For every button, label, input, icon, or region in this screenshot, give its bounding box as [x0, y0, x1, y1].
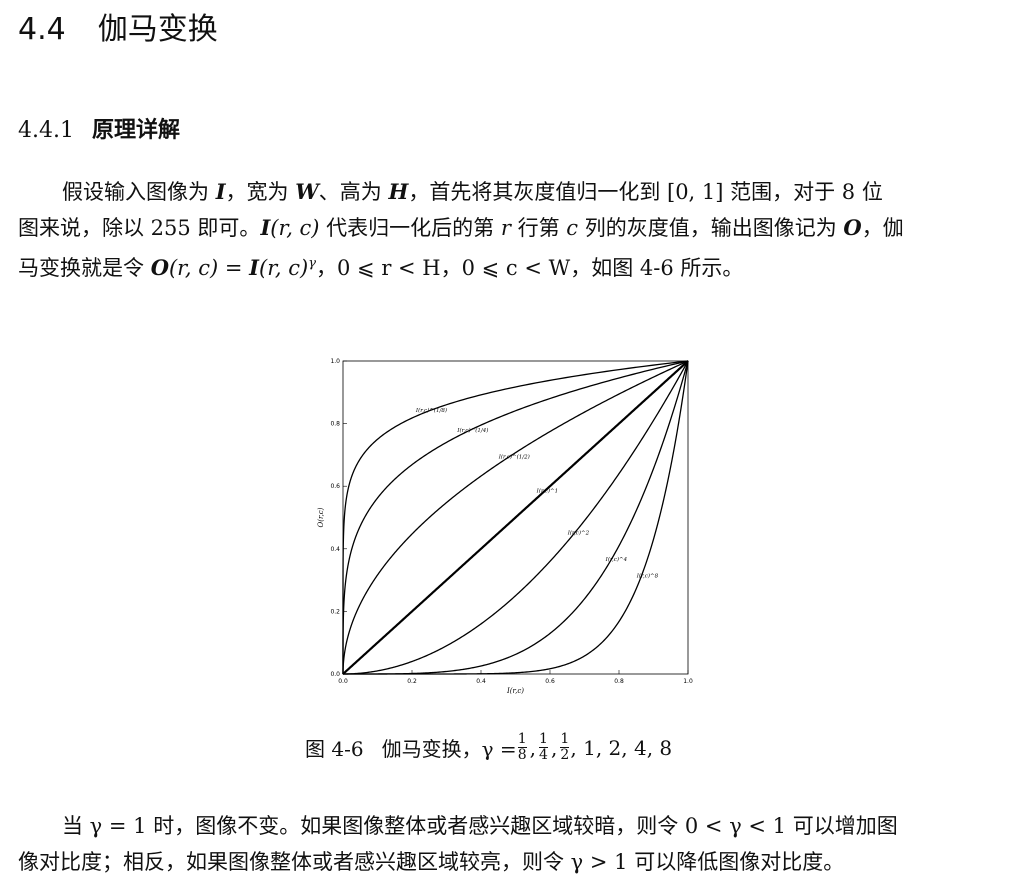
series-label: I(r,c)^(1/4) [456, 427, 488, 434]
subsection-heading: 4.4.1 原理详解 [18, 112, 180, 144]
x-axis-label: I(r,c) [506, 687, 524, 695]
fraction: 14 [539, 731, 549, 763]
paragraph-line: 当 γ = 1 时，图像不变。如果图像整体或者感兴趣区域较暗，则令 0 < γ … [62, 814, 898, 838]
series-label: I(r,c)^(1/8) [415, 407, 447, 414]
paragraph-line: 马变换就是令 O(r, c) = I(r, c)γ，0 ⩽ r < H，0 ⩽ … [18, 255, 744, 280]
series-line [342, 360, 689, 675]
y-tick-label: 0.6 [330, 483, 340, 490]
subsection-number: 4.4.1 [18, 118, 74, 143]
fraction: 12 [560, 731, 570, 763]
y-tick-label: 0.2 [330, 608, 340, 615]
y-tick-label: 0.4 [330, 546, 340, 553]
series-label: I(r,c)^4 [605, 556, 628, 563]
caption-text: 伽马变换，γ = [381, 737, 517, 761]
x-tick-label: 0.0 [338, 678, 348, 685]
x-tick-label: 1.0 [683, 678, 693, 685]
paragraph-line: 假设输入图像为 I，宽为 W、高为 H，首先将其灰度值归一化到 [0, 1] 范… [62, 179, 883, 204]
figure-caption: 图 4-6 伽马变换，γ = 18, 14, 12 , 1, 2, 4, 8 [305, 731, 673, 763]
paragraph-explanation: 当 γ = 1 时，图像不变。如果图像整体或者感兴趣区域较暗，则令 0 < γ … [18, 808, 1008, 880]
series-label: I(r,c)^2 [567, 530, 590, 537]
y-tick-label: 1.0 [330, 358, 340, 365]
section-heading: 4.4 伽马变换 [18, 4, 218, 48]
y-tick-label: 0.8 [330, 421, 340, 428]
section-title: 伽马变换 [97, 12, 218, 47]
x-tick-label: 0.6 [545, 678, 555, 685]
gamma-chart: 0.0 0.2 0.4 0.6 0.8 1.0 0.0 0.2 0.4 0.6 0.8 1.0 I(r,… [317, 358, 693, 695]
y-axis-label: O(r,c) [317, 507, 325, 527]
paragraph-definition: 假设输入图像为 I，宽为 W、高为 H，首先将其灰度值归一化到 [0, 1] 范… [18, 174, 1008, 282]
paragraph-line: 图来说，除以 255 即可。I(r, c) 代表归一化后的第 r 行第 c 列的… [18, 215, 904, 240]
x-tick-label: 0.2 [407, 678, 417, 685]
y-tick-label: 0.0 [330, 671, 340, 678]
section-number: 4.4 [18, 12, 66, 47]
figure-label: 图 4-6 [305, 737, 364, 761]
paragraph-line: 像对比度；相反，如果图像整体或者感兴趣区域较亮，则令 γ > 1 可以降低图像对… [18, 850, 845, 874]
x-tick-label: 0.8 [614, 678, 624, 685]
subsection-title: 原理详解 [91, 117, 180, 143]
series-label: I(r,c)^(1/2) [498, 454, 530, 461]
fraction: 18 [517, 731, 527, 763]
series-label: I(r,c)^8 [636, 572, 659, 579]
caption-tail: , 1, 2, 4, 8 [570, 735, 673, 760]
x-tick-label: 0.4 [476, 678, 486, 685]
series-label: I(r,c)^1 [536, 488, 558, 495]
